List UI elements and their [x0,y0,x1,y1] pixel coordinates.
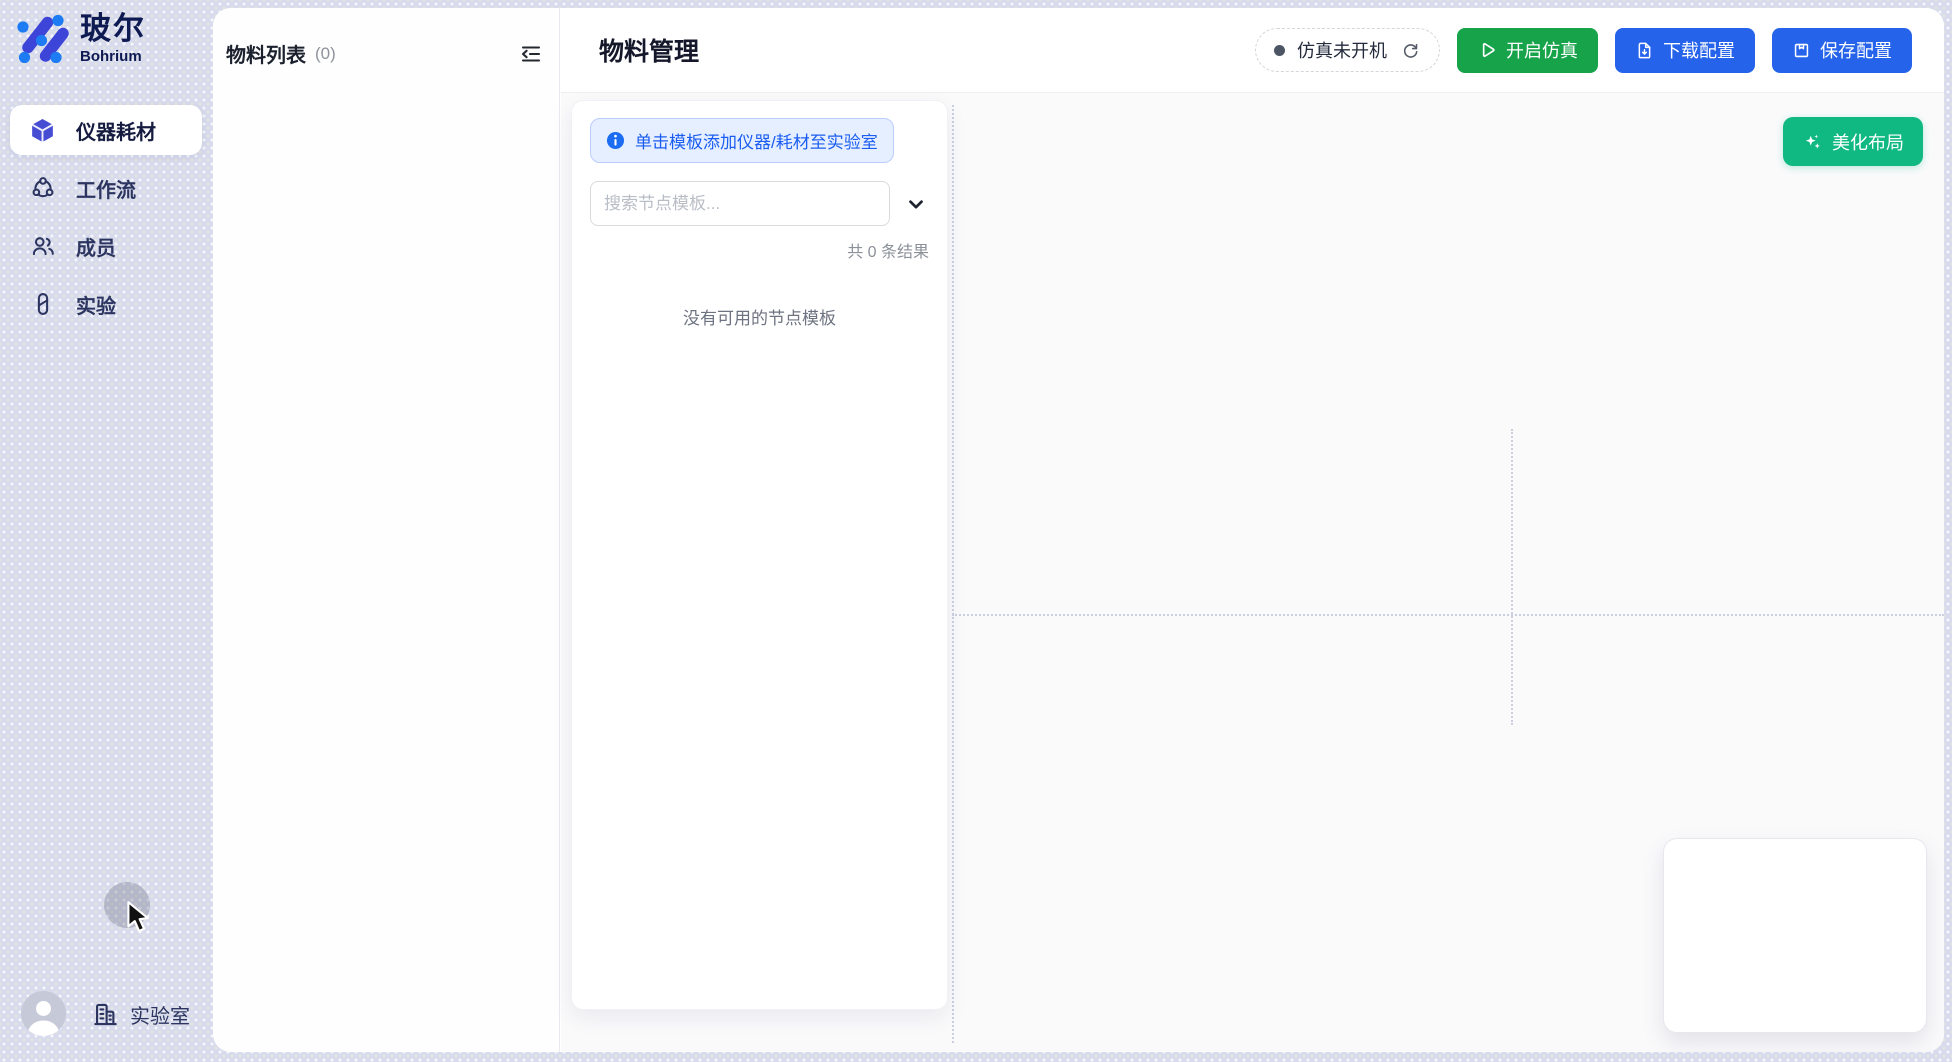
sidebar-nav: 仪器耗材 工作流 [10,105,202,337]
brand-name-en: Bohrium [80,49,146,65]
brand-name-cn: 玻尔 [80,13,146,46]
result-count: 共 0 条结果 [590,238,929,262]
grid-guide-vertical-2 [1511,429,1513,725]
refresh-icon [1401,41,1420,60]
members-icon [29,233,56,260]
cube-icon [29,117,56,144]
refresh-status-button[interactable] [1399,39,1421,61]
sidebar-item-label: 实验 [76,290,116,319]
sidebar-item-label: 仪器耗材 [76,116,156,145]
flow-canvas[interactable]: 单击模板添加仪器/耗材至实验室 共 0 条结果 没有可用的节点模板 [561,93,1944,1052]
sidebar-item-workflow[interactable]: 工作流 [10,163,202,213]
grid-guide-vertical [952,105,954,1043]
page-title: 物料管理 [599,32,699,68]
material-list-count: (0) [315,44,336,64]
status-label: 仿真未开机 [1297,37,1387,63]
save-config-button[interactable]: 保存配置 [1772,28,1912,73]
button-label: 下载配置 [1663,37,1735,63]
page-header: 物料管理 仿真未开机 [561,8,1944,93]
start-simulation-button[interactable]: 开启仿真 [1457,28,1598,73]
sidebar: 玻尔 Bohrium 仪器耗材 [0,0,213,1062]
play-icon [1477,40,1497,60]
sidebar-item-instruments[interactable]: 仪器耗材 [10,105,202,155]
avatar[interactable] [21,991,66,1036]
hint-text: 单击模板添加仪器/耗材至实验室 [635,128,878,153]
status-dot-icon [1274,45,1285,56]
building-icon [92,1001,119,1028]
grid-guide-horizontal [952,614,1944,616]
sparkles-icon [1802,132,1822,152]
collapse-panel-button[interactable] [518,41,544,67]
download-file-icon [1635,41,1654,60]
sidebar-item-lab[interactable]: 实验室 [92,999,190,1029]
sidebar-item-experiments[interactable]: 实验 [10,279,202,329]
expand-templates-button[interactable] [904,191,929,217]
button-label: 美化布局 [1832,129,1904,155]
workflow-icon [29,175,56,202]
main-region: 物料管理 仿真未开机 [561,8,1944,1052]
minimap[interactable] [1663,838,1927,1033]
lab-label: 实验室 [130,1000,190,1029]
save-icon [1792,41,1811,60]
template-search-input[interactable] [590,181,890,226]
material-list-panel: 物料列表 (0) [213,8,560,1052]
sidebar-item-members[interactable]: 成员 [10,221,202,271]
material-list-title: 物料列表 [226,39,306,68]
template-hint-banner: 单击模板添加仪器/耗材至实验室 [590,118,894,163]
beautify-layout-button[interactable]: 美化布局 [1783,117,1923,166]
mouse-cursor [126,901,150,933]
app-logo: 玻尔 Bohrium [15,13,146,65]
chevron-down-icon [905,193,927,215]
experiment-icon [29,291,56,318]
download-config-button[interactable]: 下载配置 [1615,28,1755,73]
template-search-row [590,181,929,226]
bohrium-logo-icon [15,13,69,65]
material-list-header: 物料列表 (0) [226,39,544,68]
button-label: 保存配置 [1820,37,1892,63]
button-label: 开启仿真 [1506,37,1578,63]
sidebar-item-label: 成员 [76,232,116,261]
header-actions: 仿真未开机 [1255,28,1912,73]
simulation-status-pill: 仿真未开机 [1255,28,1440,72]
menu-fold-icon [519,42,543,66]
info-icon [606,131,625,150]
sidebar-item-label: 工作流 [76,174,136,203]
empty-state-text: 没有可用的节点模板 [590,304,929,329]
content-card: 物料列表 (0) 物料管理 仿真未开机 [213,8,1944,1052]
template-panel: 单击模板添加仪器/耗材至实验室 共 0 条结果 没有可用的节点模板 [571,100,948,1010]
